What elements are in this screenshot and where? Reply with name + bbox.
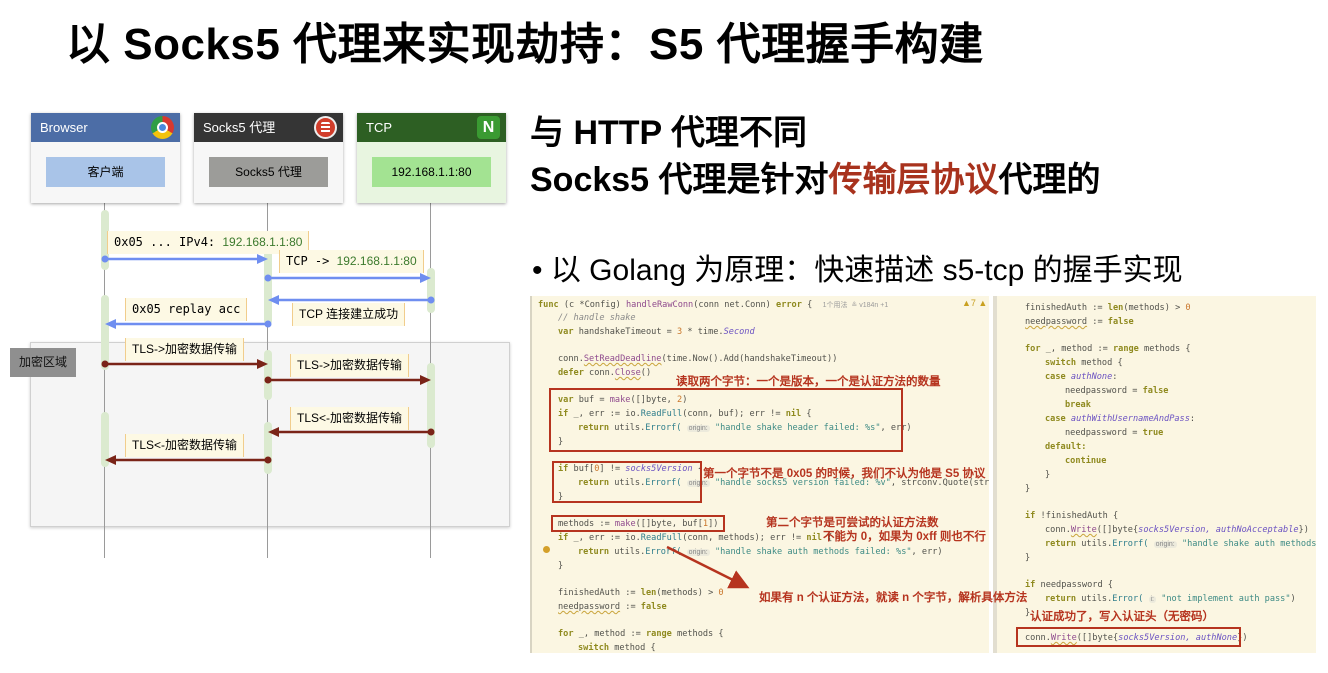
code-line: if needpassword { (1025, 580, 1113, 590)
code-line: } (1045, 470, 1051, 480)
message-label: TLS<-加密数据传输 (125, 434, 245, 457)
code-line: for _, method := range methods { (558, 629, 724, 639)
code-line: finishedAuth := len(methods) > 0 (558, 588, 724, 598)
lightbulb-icon[interactable] (543, 546, 550, 553)
message-label: 0x05 replay acc (125, 298, 248, 321)
encrypted-region-label: 加密区域 (10, 348, 76, 377)
code-line: switch method { (578, 643, 656, 653)
highlight-box-version-check (552, 461, 702, 503)
code-line: return utils.Errorf( origin: "handle sha… (578, 547, 943, 557)
code-line: switch method { (1045, 358, 1123, 368)
code-line: needpassword = true (1065, 428, 1164, 438)
subheading-line-1: 与 HTTP 代理不同 (530, 114, 808, 152)
code-line: } (558, 561, 564, 571)
code-line: default: (1045, 442, 1087, 452)
annotation: 认证成功了，写入认证头（无密码） (1030, 611, 1214, 623)
actor-browser: Browser 客户端 (31, 113, 180, 203)
actor-socks5: Socks5 代理 Socks5 代理 (194, 113, 343, 203)
actor-name: TCP (366, 120, 392, 135)
code-line: return utils.Errorf( origin: "handle sha… (1045, 539, 1316, 549)
annotation: 如果有 n 个认证方法，就读 n 个字节，解析具体方法 (759, 592, 1028, 604)
slide-title: 以 Socks5 代理来实现劫持：S5 代理握手构建 (66, 20, 984, 69)
subheading: 与 HTTP 代理不同 Socks5 代理是针对传输层协议代理的 (530, 110, 1101, 204)
actor-tcp: TCP N 192.168.1.1:80 (357, 113, 506, 203)
highlight-box-write-header (1016, 627, 1241, 647)
highlight-box-methods (551, 515, 725, 532)
message-label: TLS<-加密数据传输 (290, 407, 410, 430)
actor-body: 192.168.1.1:80 (372, 157, 491, 187)
actor-header: Socks5 代理 (194, 113, 343, 142)
code-line: needpassword = false (1065, 386, 1169, 396)
nginx-icon: N (477, 116, 500, 139)
subheading-line-2: Socks5 代理是针对传输层协议代理的 (530, 161, 1101, 199)
code-line: break (1065, 400, 1091, 410)
code-line: if !finishedAuth { (1025, 511, 1119, 521)
activation-bar (264, 422, 272, 474)
activation-bar (101, 412, 109, 467)
code-line: finishedAuth := len(methods) > 0 (1025, 303, 1191, 313)
code-line: if _, err := io.ReadFull(conn, methods);… (558, 533, 833, 543)
actor-header: TCP N (357, 113, 506, 142)
highlighted-text: 传输层协议 (828, 161, 999, 199)
bullet-point: • 以 Golang 为原理：快速描述 s5-tcp 的握手实现 (532, 254, 1183, 287)
database-icon (314, 116, 337, 139)
code-line: var handshakeTimeout = 3 * time.Second (558, 327, 755, 337)
annotation: 读取两个字节：一个是版本，一个是认证方法的数量 (676, 376, 941, 388)
annotation: 不能为 0，如果为 0xff 则也不行 (823, 531, 986, 543)
activation-bar (427, 268, 435, 313)
sequence-diagram: 加密区域 Browser 客户端 Socks5 代理 Socks5 代理 TCP… (0, 100, 510, 570)
code-screenshot-right: finishedAuth := len(methods) > 0 needpas… (993, 296, 1316, 653)
chrome-icon (151, 116, 174, 139)
activation-bar (264, 350, 272, 400)
code-line: func (c *Config) handleRawConn(conn net.… (538, 300, 889, 310)
code-line: // handle shake (558, 313, 636, 323)
code-line: } (1025, 553, 1031, 563)
code-line: case authWithUsernameAndPass: (1045, 414, 1196, 424)
actor-body: Socks5 代理 (209, 157, 328, 187)
code-line: conn.Write([]byte{socks5Version, authNoA… (1045, 525, 1309, 535)
code-line: defer conn.Close() (558, 368, 652, 378)
actor-header: Browser (31, 113, 180, 142)
message-label: TCP -> 192.168.1.1:80 (279, 250, 424, 273)
activation-bar (264, 250, 272, 325)
code-line: needpassword := false (1025, 317, 1134, 327)
message-label: TCP 连接建立成功 (292, 303, 406, 326)
actor-body: 客户端 (46, 157, 165, 187)
warning-icon: ▲7 ▲ (962, 298, 988, 308)
code-line: return utils.Error( i: "not implement au… (1045, 594, 1296, 604)
activation-bar (427, 363, 435, 448)
actor-name: Socks5 代理 (203, 120, 276, 135)
annotation: 第一个字节不是 0x05 的时候，我们不认为他是 S5 协议 (703, 468, 986, 480)
actor-name: Browser (40, 120, 88, 135)
activation-bar (101, 295, 109, 370)
code-line: needpassword := false (558, 602, 667, 612)
code-line: conn.SetReadDeadline(time.Now().Add(hand… (558, 354, 838, 364)
message-label: TLS->加密数据传输 (125, 338, 245, 361)
code-line: continue (1065, 456, 1107, 466)
code-line: for _, method := range methods { (1025, 344, 1191, 354)
message-label: TLS->加密数据传输 (290, 354, 410, 377)
code-line: } (1025, 484, 1031, 494)
code-line: case authNone: (1045, 372, 1118, 382)
highlight-box-header-read (549, 388, 903, 452)
